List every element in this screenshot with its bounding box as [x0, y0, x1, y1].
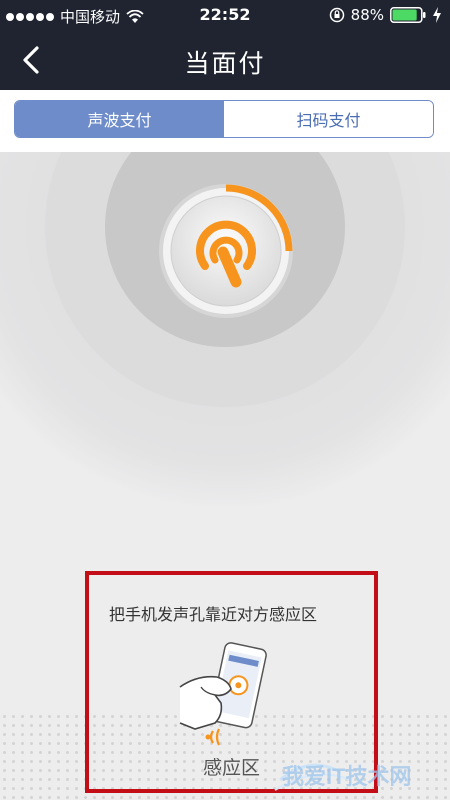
tab-scan-pay[interactable]: 扫码支付: [224, 101, 433, 137]
payment-mode-segmented-control: 声波支付 扫码支付: [14, 100, 434, 138]
main-content: 把手机发声孔靠近对方感应区 感应区 我爱IT技术网: [0, 152, 450, 800]
site-watermark-logo: 我爱IT技术网: [274, 763, 412, 791]
instruction-text: 把手机发声孔靠近对方感应区: [109, 605, 318, 624]
battery-percent: 88%: [350, 6, 384, 24]
sonic-wave-icon: [159, 184, 293, 318]
svg-text:我爱IT技术网: 我爱IT技术网: [282, 764, 412, 789]
tab-bar-container: 声波支付 扫码支付: [0, 90, 450, 152]
rotation-lock-icon: [329, 7, 344, 23]
battery-icon: [390, 7, 426, 23]
sonic-pay-button[interactable]: [157, 182, 295, 320]
hand-phone-icon: [179, 642, 267, 746]
page-title: 当面付: [184, 49, 266, 78]
tab-sonic-pay[interactable]: 声波支付: [15, 101, 224, 137]
charging-bolt-icon: [433, 7, 441, 23]
status-bar: 中国移动 22:52 88%: [0, 0, 450, 30]
navigation-bar: 当面付: [0, 30, 450, 90]
